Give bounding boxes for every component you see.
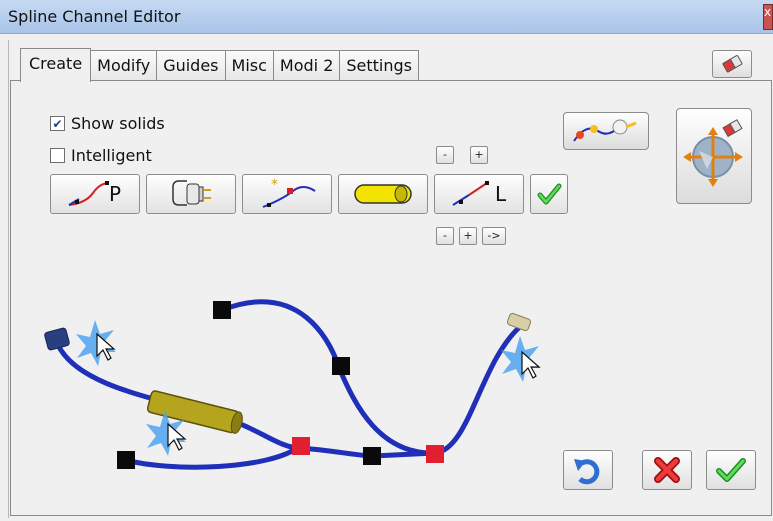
pick-star-start [76, 320, 116, 366]
undo-button[interactable] [563, 450, 613, 490]
transform-button[interactable] [676, 108, 752, 204]
clear-button[interactable] [712, 50, 752, 78]
spline-curve-right [219, 299, 525, 456]
show-solids-option[interactable]: ✔ Show solids [50, 114, 165, 133]
intelligent-label: Intelligent [71, 146, 152, 165]
tab-settings[interactable]: Settings [339, 50, 419, 82]
spline-curve-bottom [123, 443, 303, 470]
junction-point[interactable] [292, 437, 310, 455]
ok-button[interactable] [706, 450, 756, 490]
control-point[interactable] [332, 357, 350, 375]
svg-text:*: * [271, 177, 278, 193]
end-connector [506, 312, 532, 332]
solid-button[interactable] [338, 174, 428, 214]
eraser-icon [722, 55, 743, 73]
control-point[interactable] [117, 451, 135, 469]
bottom-plus-button[interactable]: + [459, 227, 477, 245]
title-bar: Spline Channel Editor x [0, 0, 773, 34]
window-title: Spline Channel Editor [8, 7, 181, 26]
tab-misc[interactable]: Misc [224, 50, 274, 82]
control-point[interactable] [213, 301, 231, 319]
plug-button[interactable] [146, 174, 236, 214]
plug-icon [172, 180, 211, 206]
tab-modi-2[interactable]: Modi 2 [272, 50, 341, 82]
window-close-button[interactable]: x [763, 4, 773, 30]
show-solids-label: Show solids [71, 114, 165, 133]
undo-icon [574, 459, 600, 485]
bottom-minus-button[interactable]: - [436, 227, 454, 245]
transform-gizmo-icon [683, 119, 743, 187]
tab-bar: Create Modify Guides Misc Modi 2 Setting… [20, 48, 419, 82]
show-solids-checkbox[interactable]: ✔ [50, 116, 65, 131]
cancel-button[interactable] [642, 450, 692, 490]
intelligent-checkbox[interactable] [50, 148, 65, 163]
extend-button[interactable]: -> [482, 227, 506, 245]
spline-point-label: P [109, 182, 122, 206]
top-plus-button[interactable]: + [470, 146, 488, 164]
tab-modify[interactable]: Modify [90, 50, 158, 82]
junction-point[interactable] [426, 445, 444, 463]
add-point-spline-button[interactable]: P [50, 174, 140, 214]
tab-guides[interactable]: Guides [156, 50, 226, 82]
control-point[interactable] [363, 447, 381, 465]
chain-spline-button[interactable] [563, 112, 649, 150]
confirm-small-button[interactable] [530, 174, 568, 214]
top-minus-button[interactable]: - [436, 146, 454, 164]
spline-point-icon [68, 181, 110, 206]
spline-length-icon [452, 181, 489, 206]
spline-channel-editor-window: Spline Channel Editor x Create Modify Gu… [0, 0, 773, 521]
solid-capsule-icon [354, 184, 412, 204]
insert-spline-button[interactable]: * [242, 174, 332, 214]
check-icon [537, 183, 562, 205]
spline-insert-icon: * [262, 177, 316, 208]
spline-curve-left [55, 342, 438, 459]
intelligent-option[interactable]: Intelligent [50, 146, 152, 165]
ok-icon [716, 458, 746, 482]
start-connector [44, 327, 70, 351]
length-spline-button[interactable]: L [434, 174, 524, 214]
spline-preview [44, 299, 541, 470]
spline-length-label: L [495, 182, 507, 206]
spline-chain-icon [573, 119, 637, 142]
frame-border [8, 40, 9, 518]
tab-create[interactable]: Create [20, 48, 92, 82]
cancel-icon [654, 457, 680, 483]
